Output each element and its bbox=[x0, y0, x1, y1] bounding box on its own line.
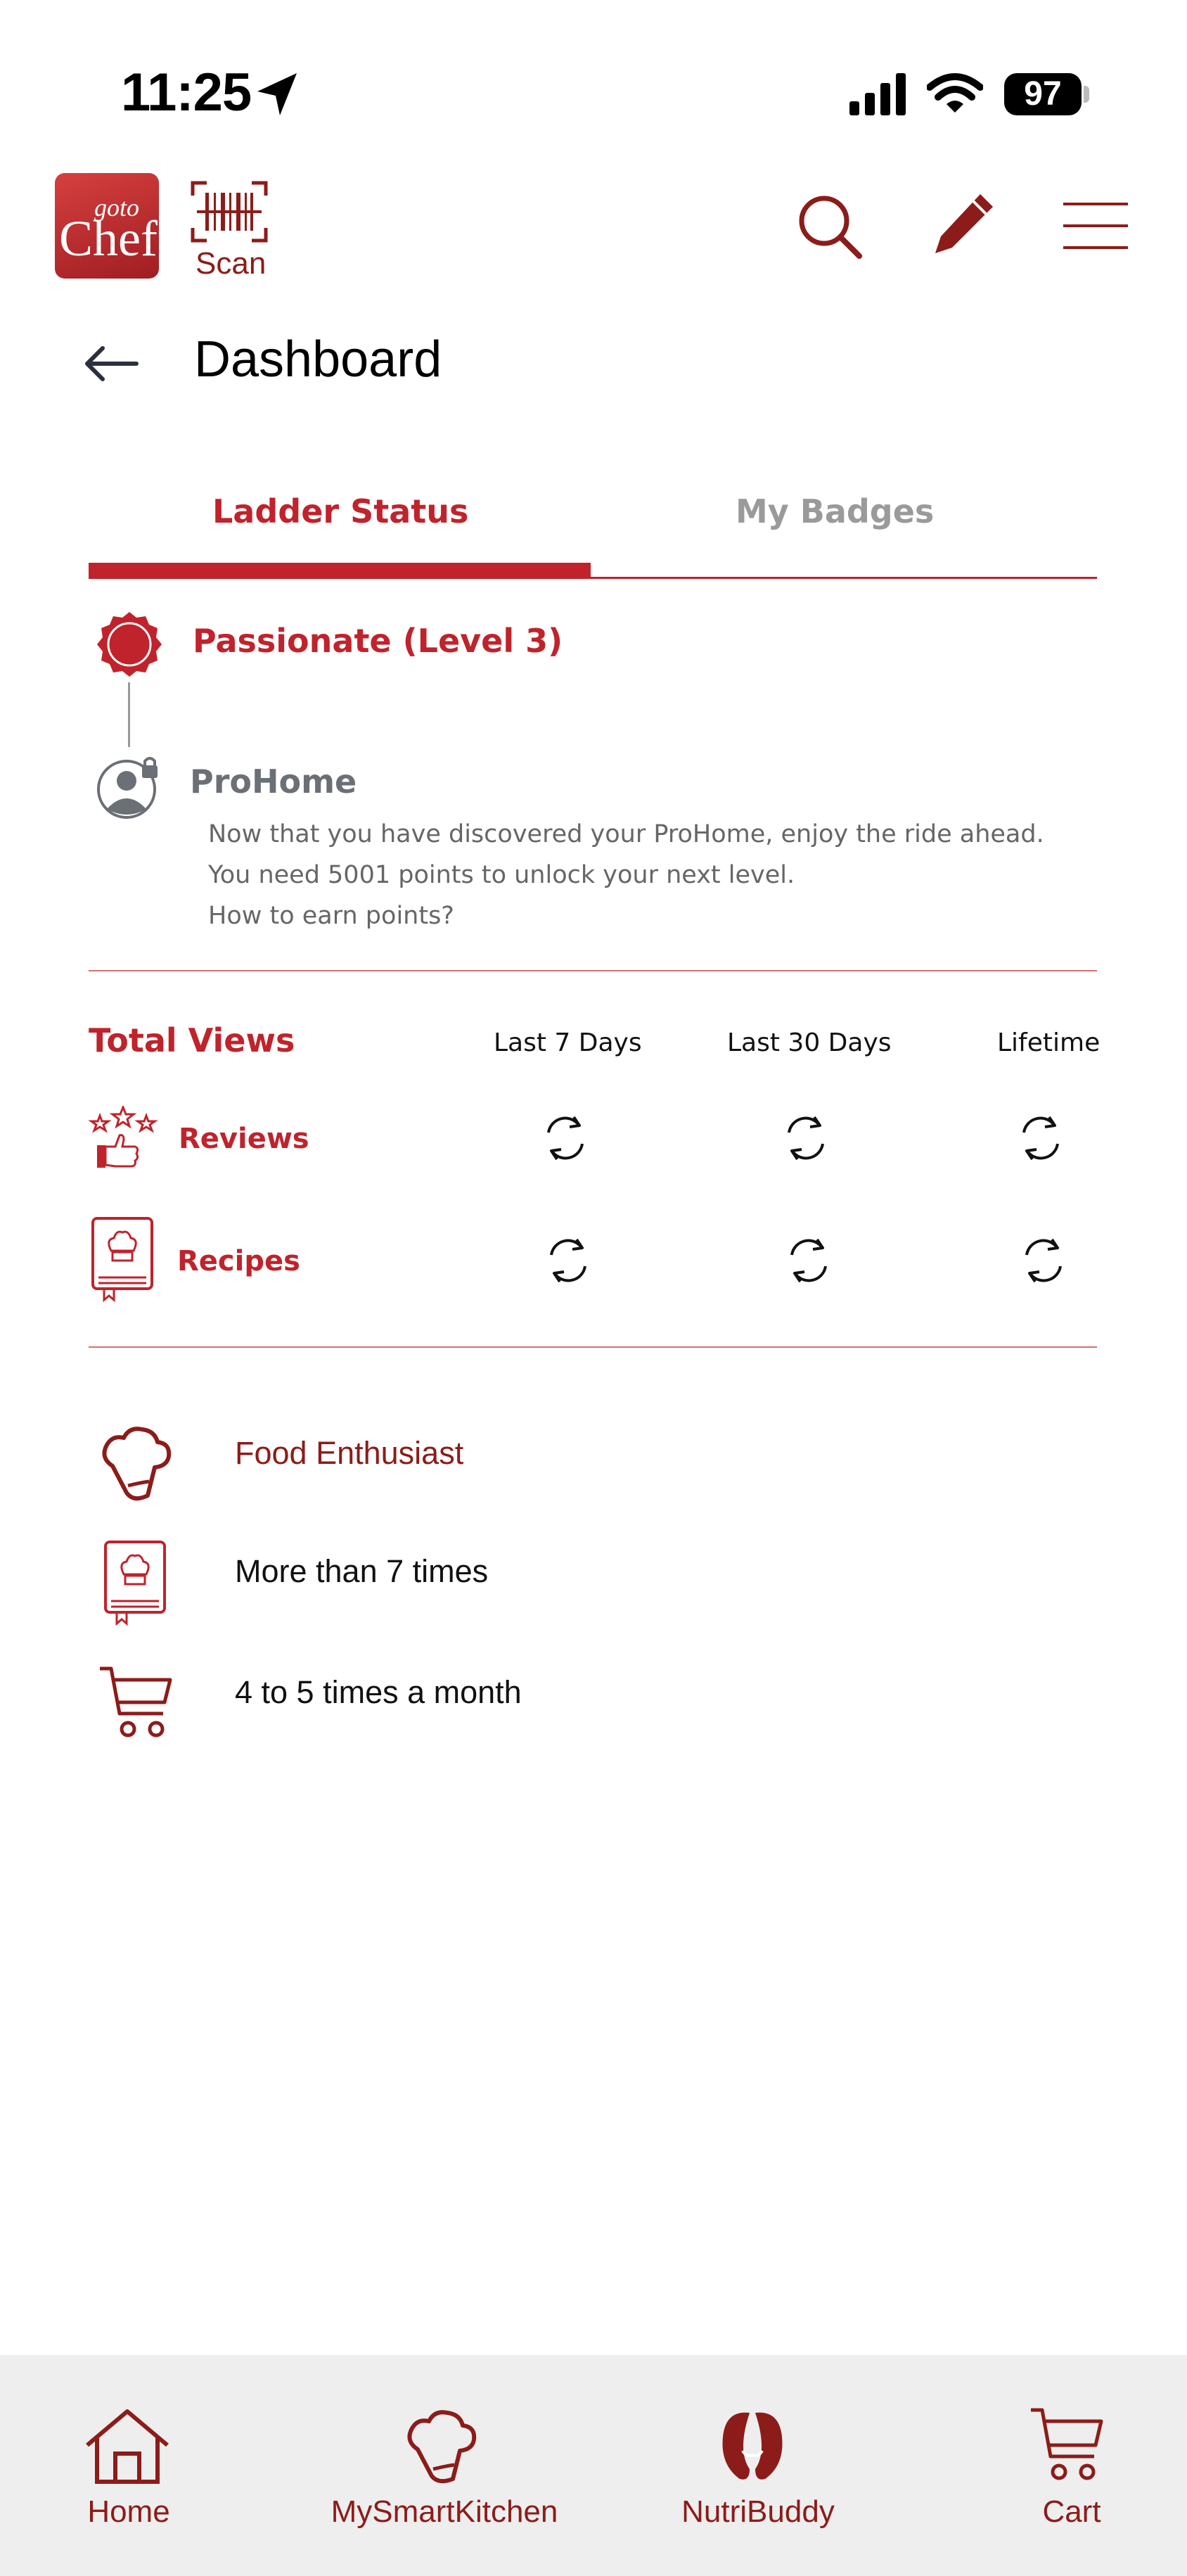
logo-text-bottom: Chef bbox=[59, 210, 158, 267]
nav-label-cart: Cart bbox=[1042, 2494, 1101, 2529]
tab-ladder-status[interactable]: Ladder Status bbox=[212, 492, 468, 530]
search-icon[interactable] bbox=[797, 194, 862, 259]
profile-cooking-frequency: More than 7 times bbox=[235, 1553, 489, 1589]
profile-shopping-frequency: 4 to 5 times a month bbox=[235, 1674, 522, 1710]
level-badge-icon bbox=[97, 612, 162, 677]
ladder-description: Now that you have discovered your ProHom… bbox=[208, 820, 1044, 848]
cart-nav-icon bbox=[1031, 2408, 1103, 2480]
section-divider bbox=[89, 970, 1097, 971]
active-tab-indicator bbox=[89, 563, 591, 578]
hamburger-menu-icon[interactable] bbox=[1062, 201, 1129, 250]
status-time: 11:25 bbox=[121, 63, 252, 122]
recipes-book-icon bbox=[91, 1217, 153, 1303]
reviews-7days-refresh-icon[interactable] bbox=[537, 1110, 594, 1166]
battery-indicator: 97 bbox=[1004, 73, 1082, 115]
battery-nub bbox=[1084, 86, 1089, 103]
chef-hat-icon bbox=[102, 1427, 172, 1501]
chef-hat-nav-icon bbox=[407, 2410, 477, 2484]
profile-cooking-level: Food Enthusiast bbox=[235, 1435, 464, 1471]
nav-label-nutribuddy: NutriBuddy bbox=[681, 2494, 835, 2529]
column-last-7-days: Last 7 Days bbox=[494, 1028, 642, 1057]
nutribuddy-icon bbox=[722, 2412, 783, 2480]
location-arrow-icon bbox=[257, 73, 297, 115]
cookbook-icon bbox=[104, 1541, 166, 1626]
section-divider bbox=[89, 1346, 1097, 1348]
column-lifetime: Lifetime bbox=[997, 1028, 1101, 1057]
nav-label-mysmartkitchen: MySmartKitchen bbox=[331, 2494, 558, 2529]
recipes-30days-refresh-icon[interactable] bbox=[781, 1232, 837, 1289]
points-needed-text: You need 5001 points to unlock your next… bbox=[208, 861, 795, 889]
home-icon bbox=[86, 2409, 169, 2484]
back-arrow-icon[interactable] bbox=[83, 345, 139, 383]
tab-my-badges[interactable]: My Badges bbox=[736, 492, 934, 530]
scan-label: Scan bbox=[195, 246, 267, 281]
wifi-icon bbox=[927, 73, 983, 113]
reviews-30days-refresh-icon[interactable] bbox=[778, 1110, 834, 1166]
barcode-scan-icon bbox=[191, 181, 268, 243]
level-connector-line bbox=[128, 682, 130, 747]
shopping-cart-icon bbox=[100, 1666, 172, 1737]
current-level-title: Passionate (Level 3) bbox=[193, 622, 563, 660]
locked-user-icon bbox=[97, 757, 158, 819]
cellular-signal-icon bbox=[849, 73, 906, 115]
edit-pencil-icon[interactable] bbox=[931, 191, 996, 257]
how-to-earn-link[interactable]: How to earn points? bbox=[208, 902, 454, 930]
stats-title: Total Views bbox=[89, 1021, 295, 1059]
gotochef-logo[interactable]: goto Chef bbox=[55, 173, 159, 279]
reviews-lifetime-refresh-icon[interactable] bbox=[1013, 1110, 1069, 1166]
page-title: Dashboard bbox=[194, 331, 442, 388]
recipes-7days-refresh-icon[interactable] bbox=[540, 1232, 596, 1289]
row-label-recipes: Recipes bbox=[177, 1245, 300, 1277]
row-label-reviews: Reviews bbox=[179, 1123, 309, 1155]
next-level-title: ProHome bbox=[190, 763, 357, 801]
nav-label-home: Home bbox=[87, 2494, 170, 2529]
recipes-lifetime-refresh-icon[interactable] bbox=[1015, 1232, 1072, 1289]
column-last-30-days: Last 30 Days bbox=[727, 1028, 892, 1057]
reviews-thumbs-up-icon bbox=[88, 1106, 158, 1168]
bottom-navigation bbox=[0, 2355, 1187, 2576]
